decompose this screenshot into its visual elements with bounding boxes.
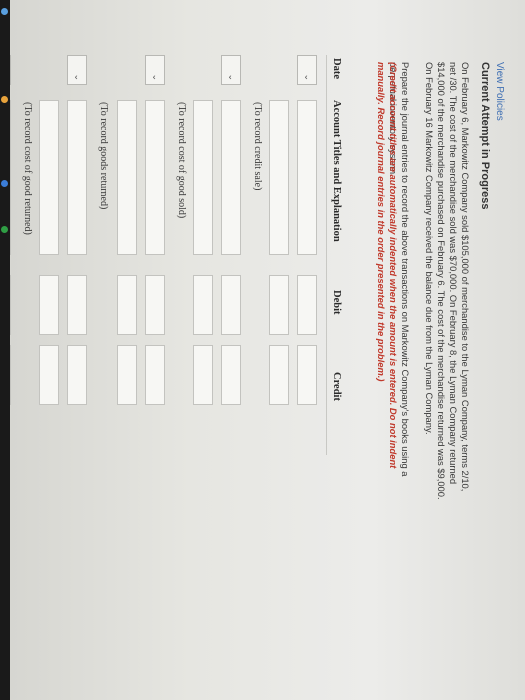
view-policies-link[interactable]: View Policies [494,62,505,121]
instruction-note: (Credit account titles are automatically… [376,62,399,469]
account-input[interactable] [145,100,165,255]
assignment-page: View Policies Current Attempt in Progres… [10,0,515,700]
debit-input[interactable] [221,275,241,335]
screen: View Policies Current Attempt in Progres… [10,0,525,700]
debit-input[interactable] [10,275,11,335]
debit-input[interactable] [117,275,137,335]
entry-memo: (To record goods returned) [98,102,109,210]
chevron-down-icon: ⌄ [73,73,83,81]
entry-memo: (To record cost of good returned) [22,102,33,235]
debit-input[interactable] [145,275,165,335]
credit-input[interactable] [117,345,137,405]
account-input[interactable] [67,100,87,255]
taskbar-icon[interactable] [1,180,8,187]
account-input[interactable] [297,100,317,255]
entry-memo: (To record cost of good sold) [176,102,187,219]
taskbar-icon[interactable] [1,226,8,233]
taskbar-icon[interactable] [1,8,8,15]
credit-input[interactable] [297,345,317,405]
account-input[interactable] [269,100,289,255]
account-input[interactable] [39,100,59,255]
debit-input[interactable] [67,275,87,335]
taskbar-icon[interactable] [1,96,8,103]
problem-text: On February 6, Markowitz Company sold $1… [424,62,471,500]
column-debit: Debit [331,290,342,315]
column-account: Account Titles and Explanation [331,100,342,242]
credit-input[interactable] [193,345,213,405]
date-select[interactable]: ⌄ [145,55,165,85]
column-credit: Credit [331,372,342,401]
screen-bezel [0,0,10,700]
chevron-down-icon: ⌄ [227,73,237,81]
debit-input[interactable] [193,275,213,335]
attempt-status: Current Attempt in Progress [479,62,491,210]
chevron-down-icon: ⌄ [151,73,161,81]
account-input[interactable] [193,100,213,255]
credit-input[interactable] [269,345,289,405]
date-select[interactable]: ⌄ [10,55,11,85]
debit-input[interactable] [39,275,59,335]
entry-memo: (To record credit sale) [252,102,263,191]
credit-input[interactable] [10,345,11,405]
debit-input[interactable] [269,275,289,335]
credit-input[interactable] [67,345,87,405]
account-input[interactable] [117,100,137,255]
date-select[interactable]: ⌄ [221,55,241,85]
credit-input[interactable] [221,345,241,405]
date-select[interactable]: ⌄ [67,55,87,85]
chevron-down-icon: ⌄ [303,73,313,81]
debit-input[interactable] [297,275,317,335]
account-input[interactable] [10,100,11,255]
credit-input[interactable] [39,345,59,405]
account-input[interactable] [221,100,241,255]
credit-input[interactable] [145,345,165,405]
header-divider [326,55,327,455]
date-select[interactable]: ⌄ [297,55,317,85]
column-date: Date [331,58,342,79]
